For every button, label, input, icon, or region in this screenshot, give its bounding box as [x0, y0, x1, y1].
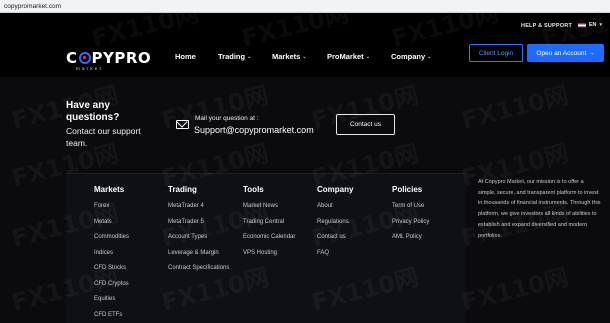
footer-link[interactable]: VPS Hosting	[243, 249, 295, 265]
footer-column-tools: Tools Market News Trading Central Econom…	[243, 185, 295, 264]
watermark-text: FX110网	[457, 257, 572, 317]
footer-heading: Policies	[392, 185, 423, 194]
mail-label: Mail your question at :	[195, 115, 259, 122]
footer-link[interactable]: Account Types	[168, 233, 229, 249]
footer-link[interactable]: CFD Stocks	[94, 264, 129, 280]
footer-link[interactable]: Regulations	[317, 218, 353, 234]
nav-item-markets[interactable]: Markets ⌄	[272, 52, 307, 61]
about-paragraph: At Copypro Market, our mission is to off…	[478, 179, 601, 239]
footer-heading: Tools	[243, 185, 264, 194]
footer-link[interactable]: CFD Cryptos	[94, 280, 129, 296]
language-label: EN	[588, 22, 597, 28]
footer-link[interactable]: Market News	[243, 202, 295, 218]
footer-link[interactable]: About	[317, 202, 353, 218]
uk-flag-icon	[577, 22, 586, 28]
footer-link[interactable]: Commodities	[94, 233, 129, 249]
logo-pin-icon	[78, 52, 91, 64]
footer-heading: Trading	[168, 185, 197, 194]
chevron-down-icon: ⌄	[427, 53, 432, 60]
footer-link[interactable]: Metals	[94, 218, 129, 234]
top-strip	[0, 13, 610, 37]
open-account-button[interactable]: Open an Account →	[527, 44, 604, 62]
nav-item-trading[interactable]: Trading ⌄	[218, 52, 251, 61]
help-support-link[interactable]: HELP & SUPPORT	[521, 23, 572, 29]
contact-heading: Have any questions?	[66, 100, 120, 123]
chevron-down-icon: ⌄	[302, 53, 307, 60]
footer-column-company: Company About Regulations Contact us FAQ	[317, 185, 353, 264]
footer-link[interactable]: MetaTrader 4	[168, 202, 229, 218]
footer-link[interactable]: Leverage & Margin	[168, 249, 229, 265]
footer-column-trading: Trading MetaTrader 4 MetaTrader 5 Accoun…	[168, 185, 229, 280]
footer-link[interactable]: Economic Calendar	[243, 233, 295, 249]
footer-link[interactable]: Forex	[94, 202, 129, 218]
browser-url-bar[interactable]: copypromarket.com	[0, 0, 610, 13]
mail-icon	[176, 120, 189, 129]
client-login-button[interactable]: Client Login	[469, 44, 523, 62]
contact-subheading: Contact our support team.	[66, 126, 141, 148]
footer-link[interactable]: Contact us	[317, 233, 353, 249]
footer-link[interactable]: AML Policy	[392, 233, 429, 249]
support-email-link[interactable]: Support@copypromarket.com	[194, 125, 314, 135]
brand-logo[interactable]: C PYPRO market	[66, 49, 151, 71]
chevron-down-icon: ⌄	[365, 53, 370, 60]
footer-link[interactable]: CFD ETFs	[94, 311, 129, 323]
footer-column-markets: Markets Forex Metals Commodities Indices…	[94, 185, 129, 323]
nav-item-home[interactable]: Home	[175, 52, 196, 61]
footer-link[interactable]: Indices	[94, 249, 129, 265]
chevron-down-icon: ⌄	[247, 53, 252, 60]
footer-link[interactable]: Trading Central	[243, 218, 295, 234]
footer-heading: Company	[317, 185, 354, 194]
footer-link[interactable]: FAQ	[317, 249, 353, 265]
footer-link[interactable]: Term of Use	[392, 202, 429, 218]
footer-link[interactable]: MetaTrader 5	[168, 218, 229, 234]
logo-wordmark: C PYPRO	[66, 49, 152, 67]
watermark-text: FX110网	[457, 75, 572, 135]
footer-column-policies: Policies Term of Use Privacy Policy AML …	[392, 185, 429, 249]
footer-link[interactable]: Equities	[94, 295, 129, 311]
chevron-down-icon: ▾	[599, 22, 602, 28]
nav-item-company[interactable]: Company ⌄	[391, 52, 431, 61]
footer-link[interactable]: Privacy Policy	[392, 218, 429, 234]
nav-item-promarket[interactable]: ProMarket ⌄	[327, 52, 370, 61]
contact-us-button[interactable]: Contact us	[336, 114, 395, 135]
language-selector[interactable]: EN ▾	[577, 22, 602, 28]
footer-link[interactable]: Contract Specifications	[168, 264, 229, 280]
url-text: copypromarket.com	[4, 3, 62, 10]
footer-heading: Markets	[94, 185, 125, 194]
